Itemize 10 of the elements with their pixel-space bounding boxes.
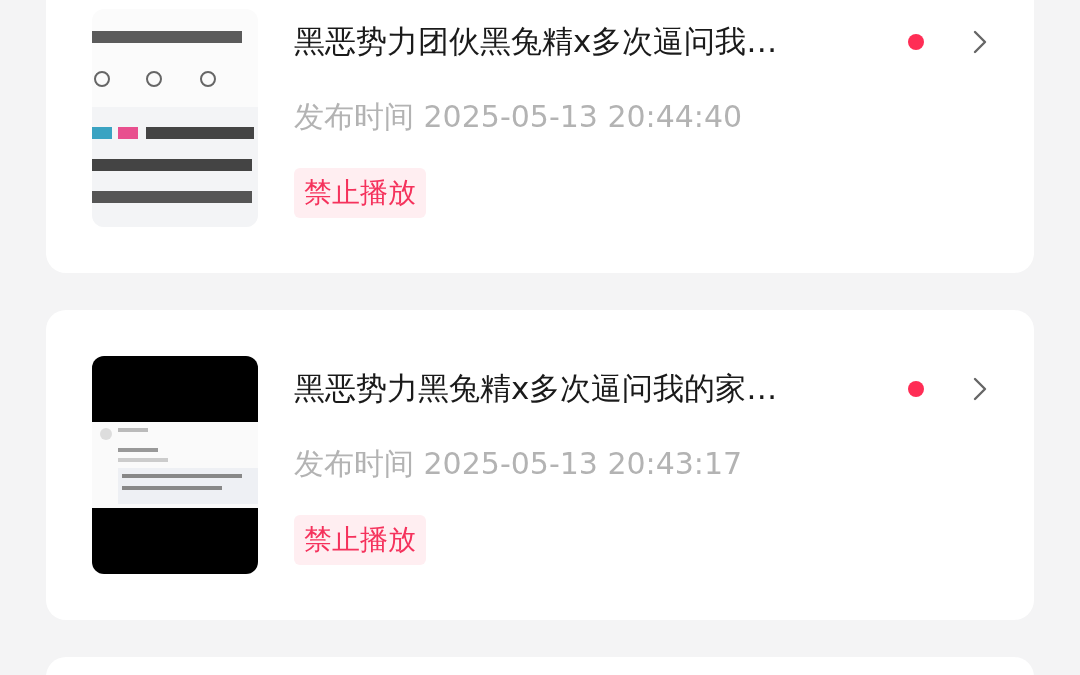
status-tag: 禁止播放 bbox=[294, 168, 426, 218]
publish-time: 发布时间 2025-05-13 20:44:40 bbox=[294, 98, 743, 136]
chevron-icon[interactable] bbox=[972, 376, 988, 402]
chevron-icon[interactable] bbox=[972, 29, 988, 55]
video-card[interactable]: 黑恶势力黑兔精x多次逼问我的家… 发布时间 2025-05-13 20:43:17 禁止播放 bbox=[46, 310, 1034, 620]
video-title: 黑恶势力团伙黑兔精x多次逼问我… bbox=[294, 22, 779, 61]
publish-time: 发布时间 2025-05-13 20:43:17 bbox=[294, 445, 743, 483]
video-card[interactable]: 黑恶势力团伙黑兔精x多次逼问我… 发布时间 2025-05-13 20:44:40 禁止播放 bbox=[46, 0, 1034, 273]
status-tag: 禁止播放 bbox=[294, 515, 426, 565]
video-title: 黑恶势力黑兔精x多次逼问我的家… bbox=[294, 369, 779, 408]
